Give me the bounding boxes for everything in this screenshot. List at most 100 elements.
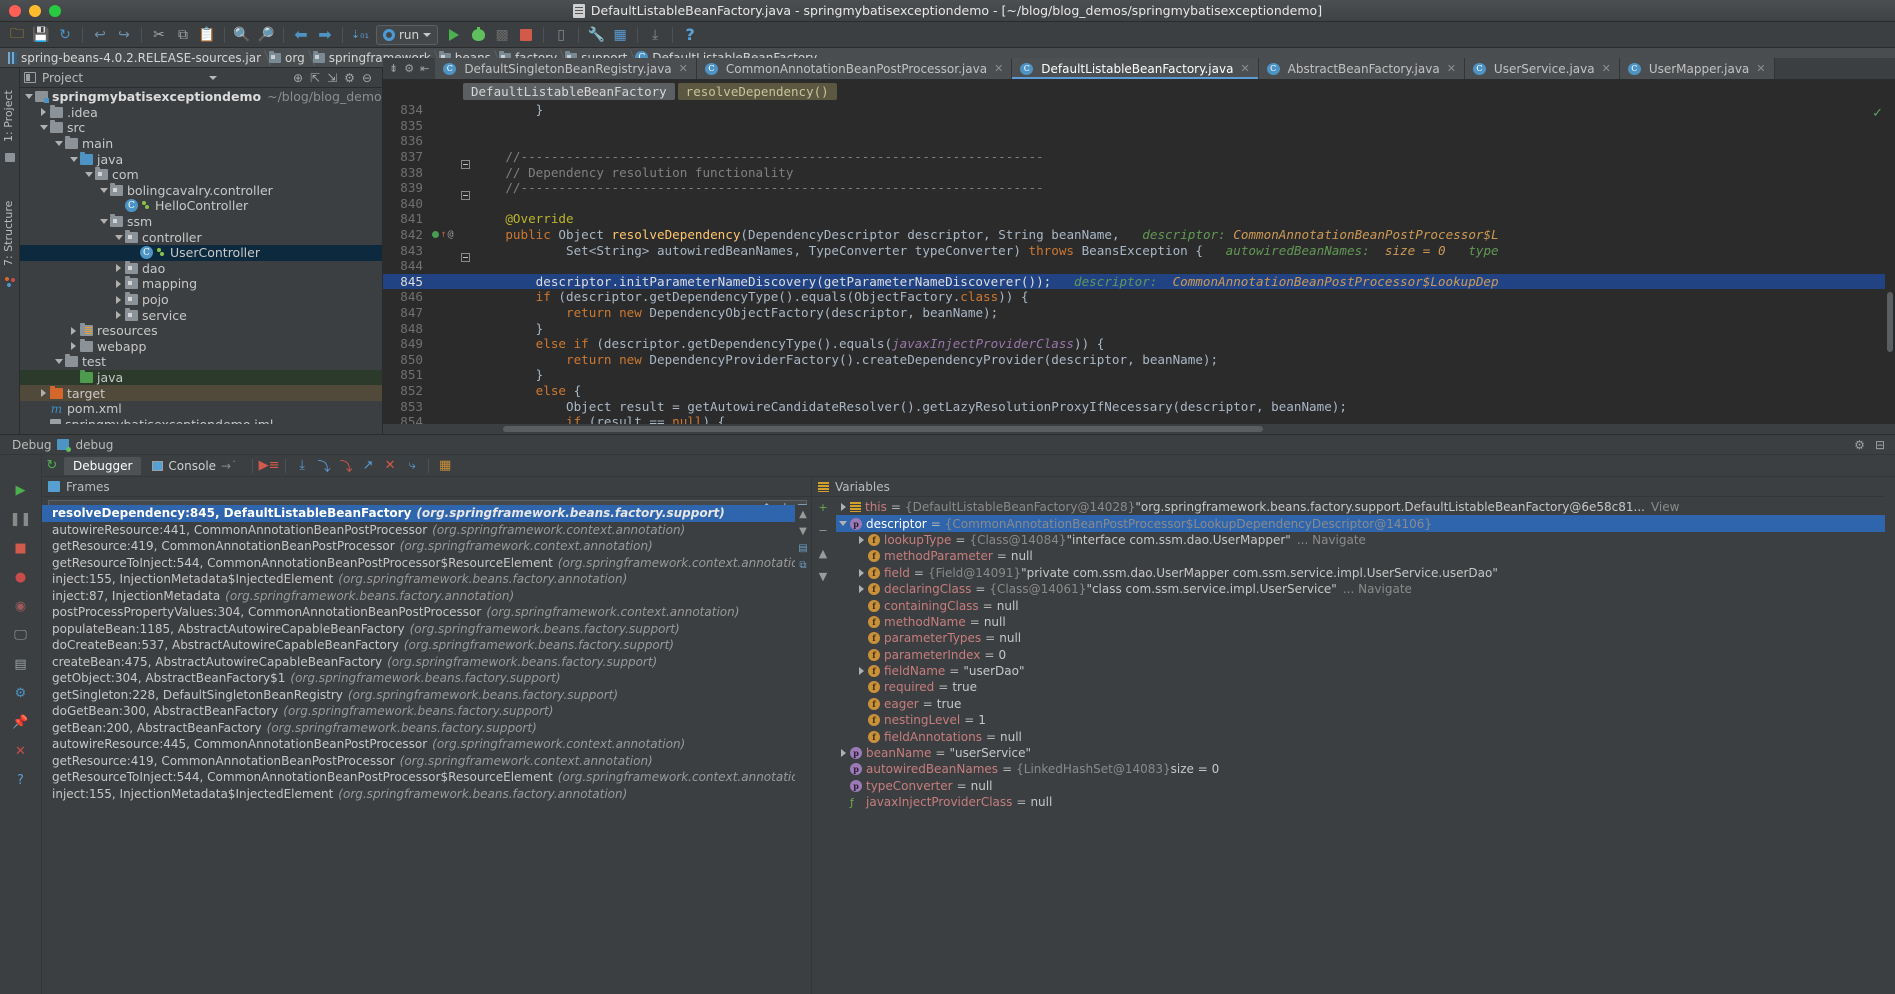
editor-horizontal-scrollbar[interactable] (383, 424, 1895, 434)
frame-row[interactable]: createBean:475, AbstractAutowireCapableB… (42, 654, 795, 671)
project-tree-item[interactable]: ssm (20, 214, 382, 230)
project-tree-item[interactable]: webapp (20, 339, 382, 355)
collapse-icon[interactable]: ▲ (799, 509, 807, 520)
frame-row[interactable]: autowireResource:445, CommonAnnotationBe… (42, 736, 795, 753)
layout-icon[interactable]: ▤ (12, 655, 30, 673)
chevron-right-icon[interactable] (841, 749, 846, 757)
pin-icon[interactable]: 📌 (12, 713, 30, 731)
code-line[interactable]: 842↑@ public Object resolveDependency(De… (383, 227, 1895, 243)
copy-icon[interactable]: ⧉ (799, 560, 806, 571)
tree-toggle[interactable] (112, 296, 125, 304)
fold-toggle-icon[interactable] (461, 253, 470, 262)
chevron-down-icon[interactable] (85, 172, 93, 177)
editor-tab[interactable]: CAbstractBeanFactory.java✕ (1259, 58, 1465, 79)
breakpoint-valid-icon[interactable] (432, 231, 439, 238)
show-execution-point-icon[interactable]: ▶≡ (259, 457, 279, 475)
copy-icon[interactable]: ⧉ (172, 24, 194, 46)
chevron-down-icon[interactable] (100, 188, 108, 193)
undo-icon[interactable]: ↩ (89, 24, 111, 46)
save-icon[interactable]: 💾 (30, 24, 52, 46)
drop-frame-icon[interactable]: ✕ (380, 457, 400, 475)
fold-toggle-icon[interactable] (461, 191, 470, 200)
move-down-icon[interactable]: ▼ (819, 570, 827, 583)
context-method-chip[interactable]: resolveDependency() (678, 83, 837, 100)
cut-icon[interactable]: ✂ (148, 24, 170, 46)
project-tree-item[interactable]: service (20, 307, 382, 323)
frame-row[interactable]: inject:87, InjectionMetadata(org.springf… (42, 588, 795, 605)
sort-icon[interactable]: ⇣₀₁ (349, 24, 371, 46)
variable-row[interactable]: ƒjavaxInjectProviderClass=null (836, 794, 1885, 810)
chevron-down-icon[interactable] (115, 235, 123, 240)
expand-icon[interactable]: ▼ (799, 526, 807, 537)
code-line[interactable]: 848 } (383, 320, 1895, 336)
expand-icon[interactable]: ⇱ (310, 71, 320, 85)
code-line[interactable]: 835 (383, 118, 1895, 134)
frames-list[interactable]: resolveDependency:845, DefaultListableBe… (42, 505, 795, 994)
chevron-right-icon[interactable] (116, 280, 121, 288)
maximize-window-button[interactable] (49, 5, 61, 17)
frame-row[interactable]: populateBean:1185, AbstractAutowireCapab… (42, 621, 795, 638)
frame-row[interactable]: doGetBean:300, AbstractBeanFactory(org.s… (42, 703, 795, 720)
tree-toggle[interactable] (52, 359, 65, 364)
tree-toggle[interactable] (67, 342, 80, 350)
frame-row[interactable]: getResource:419, CommonAnnotationBeanPos… (42, 753, 795, 770)
frame-row[interactable]: getSingleton:228, DefaultSingletonBeanRe… (42, 687, 795, 704)
tree-toggle[interactable] (97, 219, 110, 224)
frame-row[interactable]: getBean:200, AbstractBeanFactory(org.spr… (42, 720, 795, 737)
chevron-right-icon[interactable] (116, 264, 121, 272)
frame-row[interactable]: getResource:419, CommonAnnotationBeanPos… (42, 538, 795, 555)
project-tree-item[interactable]: java (20, 151, 382, 167)
minimize-window-button[interactable] (29, 5, 41, 17)
collapse-icon[interactable]: ⇲ (327, 71, 337, 85)
close-icon[interactable]: ✕ (1756, 62, 1765, 75)
editor-tab[interactable]: CUserMapper.java✕ (1620, 58, 1775, 79)
hide-icon[interactable]: ⊖ (362, 71, 372, 85)
code-line[interactable]: 843 Set<String> autowiredBeanNames, Type… (383, 242, 1895, 258)
locate-icon[interactable]: ⊕ (293, 71, 303, 85)
sidebar-item-project[interactable]: 1: Project (0, 68, 17, 148)
mute-breakpoints-icon[interactable]: ◉ (12, 597, 30, 615)
variable-row[interactable]: fparameterIndex=0 (836, 647, 1885, 663)
variable-toggle[interactable] (836, 503, 850, 511)
chevron-right-icon[interactable] (41, 389, 46, 397)
variable-row[interactable]: fnestingLevel=1 (836, 712, 1885, 728)
pin-icon[interactable]: ⇟ (389, 62, 398, 75)
close-window-button[interactable] (9, 5, 21, 17)
project-tree-item[interactable]: test (20, 354, 382, 370)
chevron-right-icon[interactable] (41, 108, 46, 116)
tab-console[interactable]: Console →˙ (143, 457, 246, 475)
code-line[interactable]: 841 @Override (383, 211, 1895, 227)
tree-toggle[interactable] (112, 264, 125, 272)
close-icon[interactable]: ✕ (12, 742, 30, 760)
forward-icon[interactable]: ➡ (314, 24, 336, 46)
close-icon[interactable]: ✕ (1240, 62, 1249, 75)
project-tree-item[interactable]: dao (20, 261, 382, 277)
navigate-link[interactable]: View (1651, 500, 1679, 514)
frame-row[interactable]: inject:155, InjectionMetadata$InjectedEl… (42, 571, 795, 588)
chevron-right-icon[interactable] (841, 503, 846, 511)
project-tree-item[interactable]: .idea (20, 105, 382, 121)
project-tree-item[interactable]: pojo (20, 292, 382, 308)
tree-toggle[interactable] (22, 94, 35, 99)
step-out-icon[interactable]: ↗ (358, 457, 378, 475)
variable-row[interactable]: ffield={Field@14091} "private com.ssm.da… (836, 565, 1885, 581)
frame-row[interactable]: inject:155, InjectionMetadata$InjectedEl… (42, 786, 795, 803)
chevron-down-icon[interactable] (55, 141, 63, 146)
project-tree-item[interactable]: resources (20, 323, 382, 339)
editor-tab[interactable]: CUserService.java✕ (1465, 58, 1620, 79)
frame-row[interactable]: getResourceToInject:544, CommonAnnotatio… (42, 769, 795, 786)
variable-row[interactable]: pdescriptor={CommonAnnotationBeanPostPro… (836, 515, 1885, 531)
project-tree-item[interactable]: springmybatisexceptiondemo.iml (20, 416, 382, 424)
variable-toggle[interactable] (854, 585, 868, 593)
tree-toggle[interactable] (112, 280, 125, 288)
run-configuration-selector[interactable]: run (376, 25, 438, 45)
tree-toggle[interactable] (97, 188, 110, 193)
chevron-down-icon[interactable] (209, 76, 217, 80)
code-line[interactable]: 847 return new DependencyObjectFactory(d… (383, 305, 1895, 321)
frame-row[interactable]: postProcessPropertyValues:304, CommonAnn… (42, 604, 795, 621)
tree-toggle[interactable] (82, 172, 95, 177)
window-controls[interactable] (0, 5, 61, 17)
code-view[interactable]: 834 }835836837 //-----------------------… (383, 102, 1895, 424)
context-class-chip[interactable]: DefaultListableBeanFactory (463, 83, 675, 100)
tree-toggle[interactable] (67, 327, 80, 335)
